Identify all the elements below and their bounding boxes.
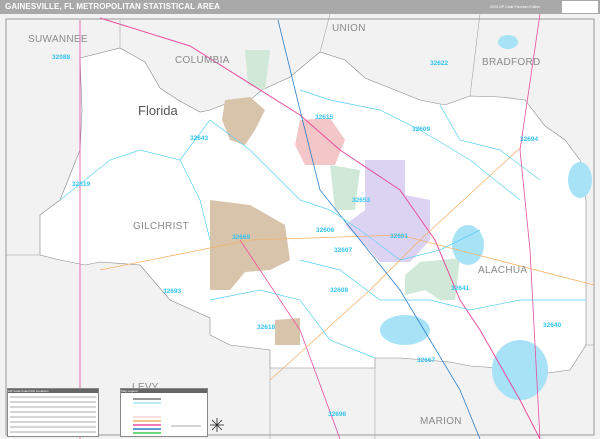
lake [498,35,518,49]
publisher-logo [562,1,598,13]
zip-label: 32609 [412,126,430,133]
zip-label: 32088 [52,54,70,61]
zip-label: 32640 [543,322,561,329]
zip-label: 32641 [451,285,469,292]
zip-label: 32667 [417,357,435,364]
santa-fe-lake [568,162,592,198]
county-label-union: UNION [332,23,366,34]
zip-index-table [10,396,96,433]
archer-area [275,318,300,345]
county-label-suwannee: SUWANNEE [28,34,88,45]
zip-label: 32607 [334,247,352,254]
map-page: GAINESVILLE, FL METROPOLITAN STATISTICAL… [0,0,600,439]
title-bar: GAINESVILLE, FL METROPOLITAN STATISTICAL… [0,0,600,14]
paynes-prairie [380,315,430,345]
map-canvas[interactable]: Florida SUWANNEE COLUMBIA UNION BRADFORD… [0,14,600,439]
zip-label: 32608 [330,287,348,294]
compass-rose-icon [210,418,224,432]
zip-label: 32622 [430,60,448,67]
county-label-marion: MARION [420,416,462,427]
zip-label: 32694 [520,136,538,143]
zip-label: 32601 [390,233,408,240]
map-title: GAINESVILLE, FL METROPOLITAN STATISTICAL… [5,2,221,11]
zip-label: 32619 [72,181,90,188]
zip-label: 32618 [257,324,275,331]
zip-label: 32653 [352,197,370,204]
zip-label: 32606 [316,227,334,234]
zip-label: 32643 [190,135,208,142]
zip-index-legend: ZIP Code Index/Unit Locations [7,388,99,437]
zip-label: 32696 [328,411,346,418]
map-legend-symbols [133,398,201,434]
zip-label: 32693 [163,288,181,295]
county-label-columbia: COLUMBIA [175,55,230,66]
county-label-gilchrist: GILCHRIST [133,221,189,232]
zip-label: 32669 [232,234,250,241]
county-label-bradford: BRADFORD [482,57,541,68]
state-label: Florida [138,103,179,118]
county-label-alachua: ALACHUA [478,265,527,276]
map-legend: Map Legend [120,388,208,437]
zip-label: 32615 [315,114,333,121]
edition-label: 2020 ZIP Code Premium Edition [490,5,541,9]
newnans-lake [452,225,484,265]
orange-lake [492,340,548,400]
